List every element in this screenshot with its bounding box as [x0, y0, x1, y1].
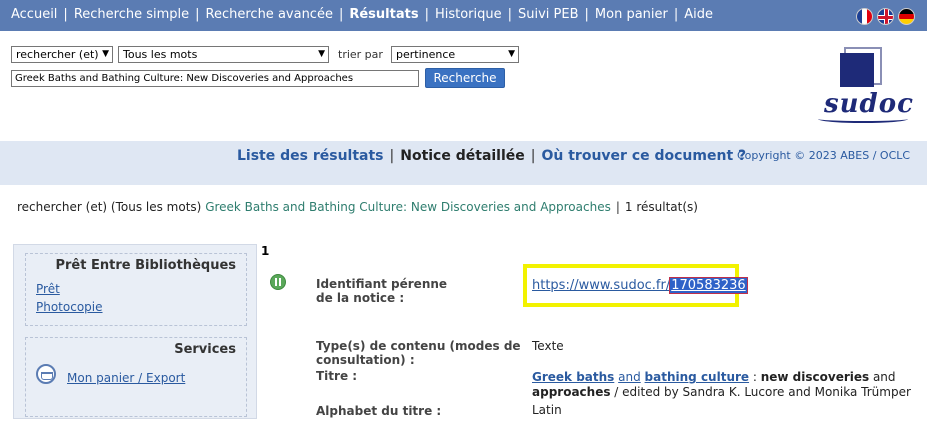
nav-separator: |	[63, 7, 68, 22]
copyright-text: Copyright © 2023 ABES / OCLC	[737, 149, 911, 162]
criteria-query: Greek Baths and Bathing Culture: New Dis…	[205, 200, 611, 214]
top-nav-menu: Accueil | Recherche simple | Recherche avanc…	[11, 7, 713, 22]
top-navigation-bar: Accueil | Recherche simple | Recherche avanc…	[0, 0, 927, 31]
nav-separator: |	[338, 7, 344, 22]
content-type-label-line1: Type(s) de contenu (modes de	[316, 339, 521, 353]
nav-suivi-peb[interactable]: Suivi PEB	[518, 7, 579, 22]
criteria-prefix: rechercher (et) (Tous les mots)	[17, 200, 202, 214]
flag-fr-icon[interactable]	[856, 8, 873, 25]
sort-select[interactable]: pertinence ▼	[391, 46, 519, 63]
peb-box: Prêt Entre Bibliothèques Prêt Photocopie	[25, 253, 247, 326]
chevron-down-icon: ▼	[102, 49, 109, 59]
nav-separator: |	[424, 7, 429, 22]
nav-resultats[interactable]: Résultats	[349, 7, 418, 22]
band-separator: |	[389, 148, 395, 164]
results-list-link[interactable]: Liste des résultats	[237, 148, 384, 164]
permalink-label: Identifiant pérenne de la notice :	[316, 277, 526, 305]
chevron-down-icon: ▼	[318, 49, 325, 59]
nav-recherche-avancee[interactable]: Recherche avancée	[206, 7, 333, 22]
pret-link[interactable]: Prêt	[36, 282, 60, 296]
permalink-id[interactable]: 170583236	[669, 277, 748, 294]
nav-mon-panier[interactable]: Mon panier	[595, 7, 668, 22]
search-input[interactable]	[11, 70, 419, 87]
record-nav: Liste des résultats | Notice détaillée | Où …	[237, 148, 746, 164]
availability-status-icon	[270, 274, 286, 290]
nav-separator: |	[584, 7, 589, 22]
search-criteria-line: rechercher (et) (Tous les mots) Greek Ba…	[17, 200, 698, 214]
nav-recherche-simple[interactable]: Recherche simple	[74, 7, 189, 22]
title-sub-part3: approaches	[532, 385, 611, 399]
basket-icon[interactable]	[36, 364, 56, 384]
title-responsibility: / edited by Sandra K. Lucore and Monika …	[610, 385, 911, 399]
permalink-base[interactable]: https://www.sudoc.fr/	[532, 278, 670, 293]
title-link-part3[interactable]: bathing culture	[645, 370, 750, 384]
result-number: 1	[261, 244, 270, 258]
title-value: Greek baths and bathing culture : new di…	[532, 370, 912, 400]
sort-label: trier par	[338, 48, 383, 61]
content-type-label-line2: consultation) :	[316, 353, 415, 367]
title-colon: :	[749, 370, 761, 384]
nav-accueil[interactable]: Accueil	[11, 7, 57, 22]
result-count: 1 résultat(s)	[624, 200, 698, 214]
flag-uk-icon[interactable]	[877, 8, 894, 25]
criteria-separator: |	[615, 200, 620, 214]
record-navigation-band: Liste des résultats | Notice détaillée | Où …	[0, 141, 927, 185]
nav-separator: |	[195, 7, 200, 22]
detailed-record-tab: Notice détaillée	[400, 148, 525, 164]
title-sub-part1: new discoveries	[760, 370, 870, 384]
peb-title: Prêt Entre Bibliothèques	[55, 258, 236, 273]
permalink[interactable]: https://www.sudoc.fr/170583236	[532, 277, 748, 294]
title-sub-part2: and	[869, 370, 896, 384]
operator-select-value: rechercher (et)	[16, 48, 99, 61]
operator-select[interactable]: rechercher (et) ▼	[11, 46, 113, 63]
sort-select-value: pertinence	[396, 48, 456, 61]
chevron-down-icon: ▼	[508, 49, 515, 59]
sudoc-logo[interactable]: sudoc	[818, 45, 913, 127]
permalink-label-line2: de la notice :	[316, 291, 405, 305]
field-select[interactable]: Tous les mots ▼	[118, 46, 329, 63]
alphabet-value: Latin	[532, 403, 562, 417]
title-link-part1[interactable]: Greek baths	[532, 370, 614, 384]
basket-export-link[interactable]: Mon panier / Export	[67, 371, 185, 385]
nav-aide[interactable]: Aide	[684, 7, 713, 22]
language-selector	[856, 8, 915, 25]
services-box: Services Mon panier / Export	[25, 337, 247, 417]
flag-de-icon[interactable]	[898, 8, 915, 25]
logo-square-filled	[840, 53, 874, 87]
left-sidebar: Prêt Entre Bibliothèques Prêt Photocopie…	[13, 244, 257, 419]
content-type-value: Texte	[532, 339, 564, 353]
nav-separator: |	[673, 7, 679, 22]
search-button[interactable]: Recherche	[425, 68, 505, 88]
band-separator: |	[530, 148, 536, 164]
logo-swoosh	[818, 115, 908, 123]
where-to-find-link[interactable]: Où trouver ce document ?	[542, 148, 747, 164]
photocopie-link[interactable]: Photocopie	[36, 300, 103, 314]
permalink-label-line1: Identifiant pérenne	[316, 277, 448, 291]
nav-separator: |	[507, 7, 513, 22]
field-select-value: Tous les mots	[123, 48, 198, 61]
content-type-label: Type(s) de contenu (modes de consultatio…	[316, 339, 526, 367]
nav-historique[interactable]: Historique	[435, 7, 502, 22]
title-label: Titre :	[316, 369, 358, 383]
services-title: Services	[174, 342, 236, 357]
alphabet-label: Alphabet du titre :	[316, 404, 442, 418]
title-link-part2[interactable]: and	[618, 370, 641, 384]
